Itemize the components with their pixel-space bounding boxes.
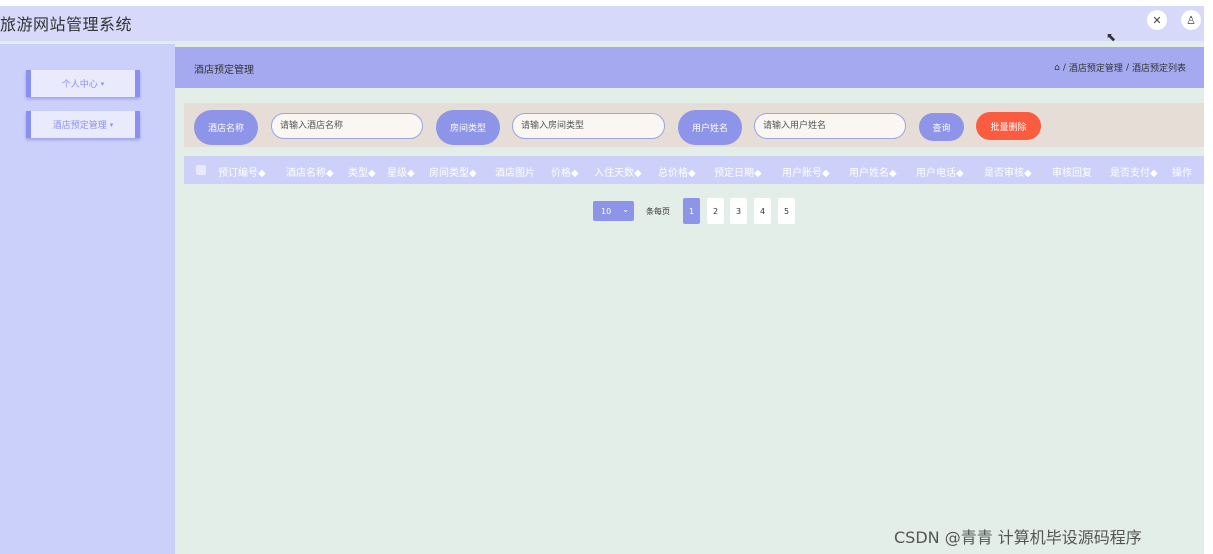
page-button[interactable]: 2 [707,198,724,224]
page-button[interactable]: 4 [754,198,771,224]
page-title: 酒店预定管理 [194,65,254,76]
caret-down-icon: ▾ [109,120,114,129]
column-header: 酒店图片 [495,168,535,179]
home-icon[interactable]: ⌂ [1054,63,1060,73]
sidebar: 个人中心 ▾ 酒店预定管理 ▾ [0,44,175,554]
fullscreen-icon: ✕ [1152,13,1162,27]
column-header[interactable]: 用户姓名◆ [849,164,897,179]
window-edge [1204,0,1213,554]
column-header: 操作 [1172,168,1192,179]
user-icon: ♙ [1186,13,1196,27]
user-name-label: 用户姓名 [678,110,742,145]
breadcrumb-separator: / [1062,62,1066,73]
top-header: 旅游网站管理系统 ✕ ♙ [0,6,1204,41]
sidebar-item-label: 个人中心 [61,80,98,90]
main-content: 酒店预定管理 ⌂ / 酒店预定管理 / 酒店预定列表 酒店名称 房间类型 用户姓… [175,44,1204,554]
app-title: 旅游网站管理系统 [0,15,133,34]
page-size-value: 10 [601,206,612,216]
sidebar-item-personal-center[interactable]: 个人中心 ▾ [26,70,140,97]
main-header: 酒店预定管理 ⌂ / 酒店预定管理 / 酒店预定列表 [175,47,1204,88]
column-header[interactable]: 房间类型◆ [429,164,477,179]
room-type-input[interactable] [512,113,665,139]
column-header[interactable]: 预定日期◆ [714,164,762,179]
caret-down-icon: ▾ [100,79,105,88]
column-header[interactable]: 总价格◆ [658,164,696,179]
breadcrumb-level1[interactable]: 酒店预定管理 [1069,61,1123,74]
select-all-checkbox[interactable] [196,165,206,175]
breadcrumb: ⌂ / 酒店预定管理 / 酒店预定列表 [1054,61,1186,75]
column-header[interactable]: 是否支付◆ [1110,164,1158,179]
page-button[interactable]: 3 [730,198,747,224]
page-button[interactable]: 1 [683,198,700,224]
user-name-input[interactable] [754,113,906,139]
user-menu-button[interactable]: ♙ [1181,10,1201,30]
hotel-name-label: 酒店名称 [194,110,258,145]
column-header[interactable]: 价格◆ [551,164,579,179]
fullscreen-button[interactable]: ✕ [1147,10,1167,30]
page-button[interactable]: 5 [778,198,795,224]
batch-delete-button[interactable]: 批量删除 [976,112,1041,140]
per-page-label: 条每页 [646,207,670,216]
hotel-name-input[interactable] [271,113,423,139]
column-header[interactable]: 入住天数◆ [594,164,642,179]
search-bar: 酒店名称 房间类型 用户姓名 查询 批量删除 [184,103,1204,147]
column-header[interactable]: 酒店名称◆ [286,164,334,179]
watermark-text: CSDN @青青 计算机毕设源码程序 [894,528,1142,547]
column-header[interactable]: 是否审核◆ [984,164,1032,179]
sidebar-item-label: 酒店预定管理 [52,121,107,131]
column-header: 审核回复 [1052,168,1092,179]
breadcrumb-separator: / [1125,62,1129,73]
breadcrumb-level2: 酒店预定列表 [1131,64,1186,74]
page-size-select[interactable]: 10 ⌄ [593,201,634,221]
sidebar-item-hotel-booking[interactable]: 酒店预定管理 ▾ [26,111,140,138]
column-header[interactable]: 用户电话◆ [916,164,964,179]
column-header[interactable]: 用户账号◆ [782,164,830,179]
chevron-down-icon: ⌄ [622,205,629,214]
room-type-label: 房间类型 [436,110,500,145]
column-header[interactable]: 星级◆ [387,164,415,179]
column-header[interactable]: 类型◆ [348,164,376,179]
table-header: 预订编号◆ 酒店名称◆ 类型◆ 星级◆ 房间类型◆ 酒店图片 价格◆ 入住天数◆… [184,156,1204,184]
query-button[interactable]: 查询 [919,113,964,141]
column-header[interactable]: 预订编号◆ [218,164,266,179]
